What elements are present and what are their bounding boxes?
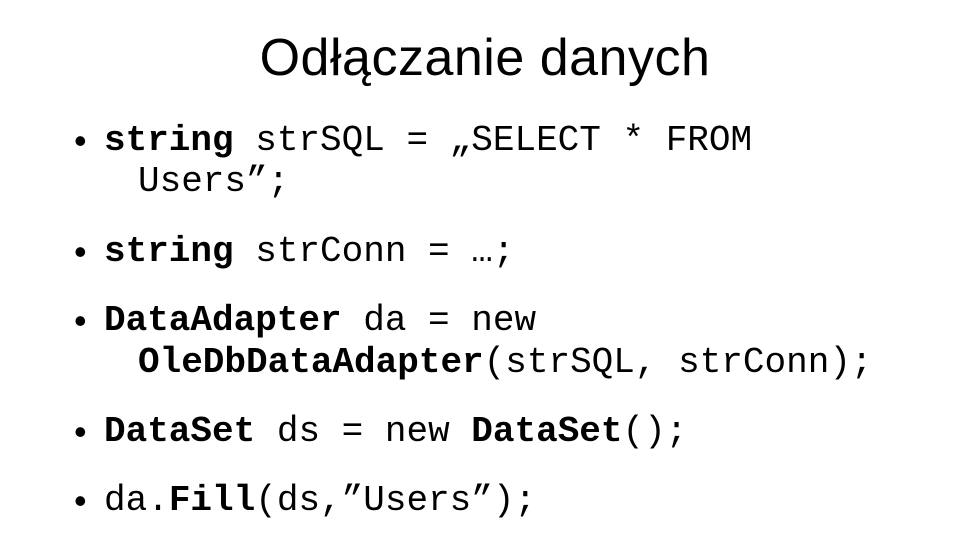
- code-block: string strSQL = „SELECT * FROM Users”; s…: [70, 120, 900, 522]
- page-title: Odłączanie danych: [70, 28, 900, 88]
- code-line-4: DataSet ds = new DataSet();: [70, 411, 900, 452]
- code-text: da = new: [342, 300, 536, 341]
- code-text: (ds,”Users”);: [255, 480, 536, 521]
- keyword: string: [104, 120, 234, 161]
- type-name: OleDbDataAdapter: [138, 342, 484, 383]
- code-text: ();: [623, 411, 688, 452]
- code-continuation: OleDbDataAdapter(strSQL, strConn);: [104, 342, 900, 383]
- code-line-3: DataAdapter da = new OleDbDataAdapter(st…: [70, 300, 900, 383]
- type-name: DataAdapter: [104, 300, 342, 341]
- code-line-5: da.Fill(ds,”Users”);: [70, 480, 900, 521]
- code-text: strSQL = „SELECT * FROM: [234, 120, 752, 161]
- type-name: DataSet: [471, 411, 622, 452]
- keyword: string: [104, 231, 234, 272]
- code-line-1: string strSQL = „SELECT * FROM Users”;: [70, 120, 900, 203]
- code-text: da.: [104, 480, 169, 521]
- code-continuation: Users”;: [104, 161, 900, 202]
- code-text: strConn = …;: [234, 231, 515, 272]
- code-text: ds = new: [255, 411, 471, 452]
- code-line-2: string strConn = …;: [70, 231, 900, 272]
- type-name: DataSet: [104, 411, 255, 452]
- code-text: (strSQL, strConn);: [484, 342, 873, 383]
- method-name: Fill: [169, 480, 255, 521]
